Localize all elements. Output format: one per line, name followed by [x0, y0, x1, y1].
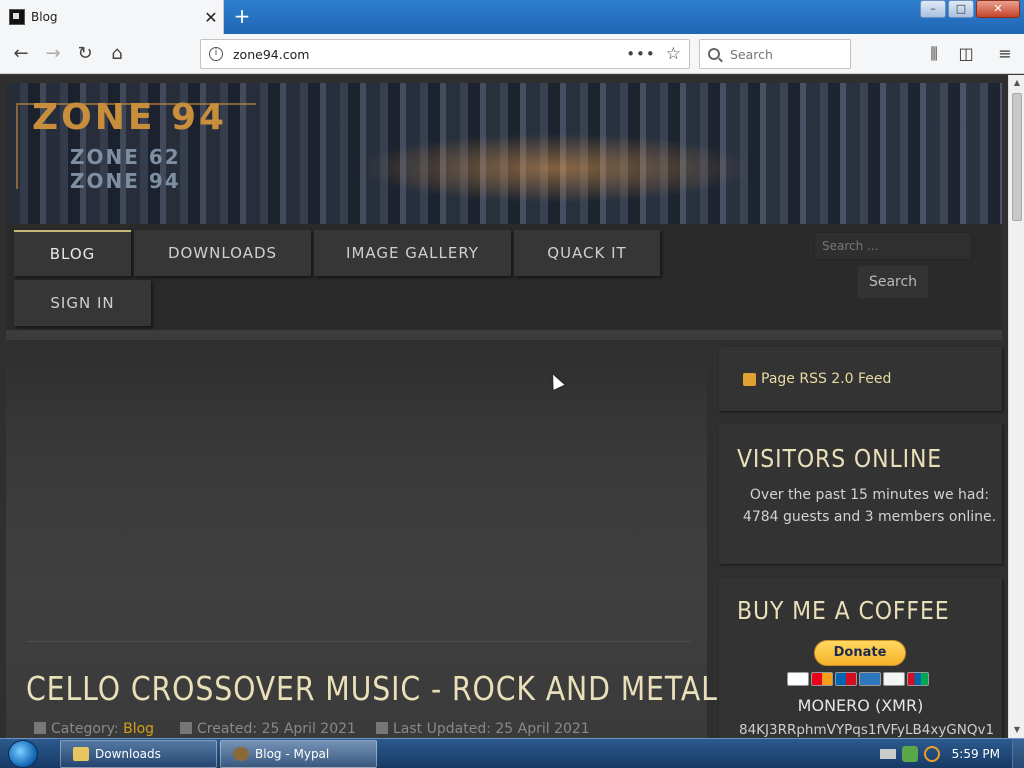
site-search-input[interactable]: Search ...	[814, 232, 972, 260]
web-page: ZONE 94 ZONE 62 ZONE 94 BLOG DOWNLOADS I…	[0, 75, 1008, 738]
category-label: Category:	[51, 721, 119, 737]
site-info-icon[interactable]: i	[209, 47, 223, 61]
site-logo-subtitle: ZONE 62 ZONE 94	[70, 145, 181, 193]
visitors-text: Over the past 15 minutes we had: 4784 gu…	[742, 487, 997, 525]
mastercard-icon	[811, 672, 833, 686]
banner-city-glow	[356, 133, 756, 203]
visa-card-icon	[787, 672, 809, 686]
folder-icon	[73, 747, 89, 761]
taskbar-item-mypal[interactable]: Blog - Mypal	[220, 740, 377, 768]
system-tray: 5:59 PM	[879, 739, 1024, 768]
window-controls: – □ ✕	[920, 0, 1020, 18]
search-icon	[708, 48, 720, 60]
discover-card-icon	[883, 672, 905, 686]
search-tray-icon[interactable]	[923, 746, 940, 762]
library-icon[interactable]: ⫼	[924, 44, 944, 64]
page-actions-icon[interactable]: •••	[626, 45, 656, 63]
created-date: Created: 25 April 2021	[197, 721, 356, 737]
address-bar[interactable]: i zone94.com ••• ☆	[200, 39, 690, 69]
taskbar-item-downloads[interactable]: Downloads	[60, 740, 217, 768]
reload-icon[interactable]: ↻	[72, 41, 98, 67]
site-search-button[interactable]: Search	[858, 266, 928, 298]
close-tab-icon[interactable]: ✕	[199, 8, 223, 27]
rss-icon	[743, 372, 756, 386]
navigation-toolbar: ← → ↻ ⌂ i zone94.com ••• ☆ ⫼ ◫ ≡	[0, 34, 1024, 74]
calendar-icon	[376, 722, 388, 734]
home-icon[interactable]: ⌂	[104, 41, 130, 67]
menu-item-sign-in[interactable]: SIGN IN	[14, 280, 151, 326]
keyboard-icon[interactable]	[879, 749, 896, 759]
maximize-button[interactable]: □	[948, 0, 974, 18]
header-divider	[6, 330, 1002, 340]
page-scrollbar[interactable]: ▲ ▼	[1008, 75, 1024, 738]
article-created: Created: 25 April 2021	[180, 721, 356, 737]
buy-coffee-box: BUY ME A COFFEE Donate MONERO (XMR) 84KJ…	[719, 578, 1002, 738]
calendar-icon	[180, 722, 192, 734]
visitors-heading: VISITORS ONLINE	[737, 444, 943, 473]
forward-icon[interactable]: →	[40, 41, 66, 67]
site-navigation: BLOG DOWNLOADS IMAGE GALLERY QUACK IT SI…	[6, 224, 1002, 330]
maestro-card-icon	[835, 672, 857, 686]
back-icon[interactable]: ←	[8, 41, 34, 67]
rss-feed-box: Page RSS 2.0 Feed	[719, 347, 1002, 411]
site-logo: ZONE 94	[32, 97, 228, 138]
browser-search-field[interactable]	[699, 39, 851, 69]
monero-label: MONERO (XMR)	[797, 696, 924, 715]
close-window-button[interactable]: ✕	[976, 0, 1020, 18]
scroll-thumb[interactable]	[1012, 93, 1022, 221]
task-label: Downloads	[95, 747, 161, 761]
tab-strip: Blog ✕ + – □ ✕	[0, 0, 1024, 34]
rss-feed-link[interactable]: Page RSS 2.0 Feed	[761, 371, 891, 387]
coffee-heading: BUY ME A COFFEE	[737, 596, 950, 625]
menu-item-downloads[interactable]: DOWNLOADS	[134, 230, 311, 276]
folder-icon	[34, 722, 46, 734]
scroll-down-icon[interactable]: ▼	[1009, 722, 1024, 738]
donate-button[interactable]: Donate	[814, 640, 906, 666]
scroll-up-icon[interactable]: ▲	[1009, 75, 1024, 91]
updated-date: Last Updated: 25 April 2021	[393, 721, 590, 737]
start-button[interactable]	[8, 740, 38, 768]
sidebar-toggle-icon[interactable]: ◫	[956, 44, 976, 64]
amex-card-icon	[859, 672, 881, 686]
tab-blog[interactable]: Blog ✕	[0, 0, 224, 34]
payment-cards	[787, 672, 929, 686]
category-link[interactable]: Blog	[123, 721, 154, 737]
menu-item-image-gallery[interactable]: IMAGE GALLERY	[314, 230, 511, 276]
content-separator	[26, 641, 690, 642]
hamburger-menu-icon[interactable]: ≡	[995, 44, 1015, 64]
logo-sub-line-2: ZONE 94	[70, 169, 181, 193]
tab-title: Blog	[31, 10, 58, 24]
mypal-browser-icon	[233, 747, 249, 761]
article-updated: Last Updated: 25 April 2021	[376, 721, 590, 737]
task-label: Blog - Mypal	[255, 747, 330, 761]
site-favicon-icon	[9, 9, 25, 25]
bookmark-star-icon[interactable]: ☆	[666, 44, 681, 64]
logo-sub-line-1: ZONE 62	[70, 145, 181, 169]
menu-item-quack-it[interactable]: QUACK IT	[514, 230, 660, 276]
browser-search-input[interactable]	[730, 46, 840, 62]
main-content: CELLO CROSSOVER MUSIC - ROCK AND METAL C…	[6, 347, 717, 738]
windows-taskbar: Downloads Blog - Mypal 5:59 PM	[0, 738, 1024, 768]
network-icon[interactable]	[901, 746, 918, 762]
visitors-online-box: VISITORS ONLINE Over the past 15 minutes…	[719, 424, 1002, 564]
minimize-button[interactable]: –	[920, 0, 946, 18]
unionpay-card-icon	[907, 672, 929, 686]
site-banner[interactable]: ZONE 94 ZONE 62 ZONE 94	[6, 83, 1002, 224]
system-clock[interactable]: 5:59 PM	[952, 747, 1000, 761]
new-tab-button[interactable]: +	[230, 4, 254, 28]
show-desktop-button[interactable]	[1012, 739, 1024, 768]
article-category: Category: Blog	[34, 721, 154, 737]
article-title[interactable]: CELLO CROSSOVER MUSIC - ROCK AND METAL	[26, 669, 718, 708]
menu-item-blog[interactable]: BLOG	[14, 230, 131, 276]
url-text[interactable]: zone94.com	[233, 47, 626, 62]
monero-address[interactable]: 84KJ3RRphmVYPqs1fVFyLB4xyGNQv1	[739, 722, 1002, 738]
